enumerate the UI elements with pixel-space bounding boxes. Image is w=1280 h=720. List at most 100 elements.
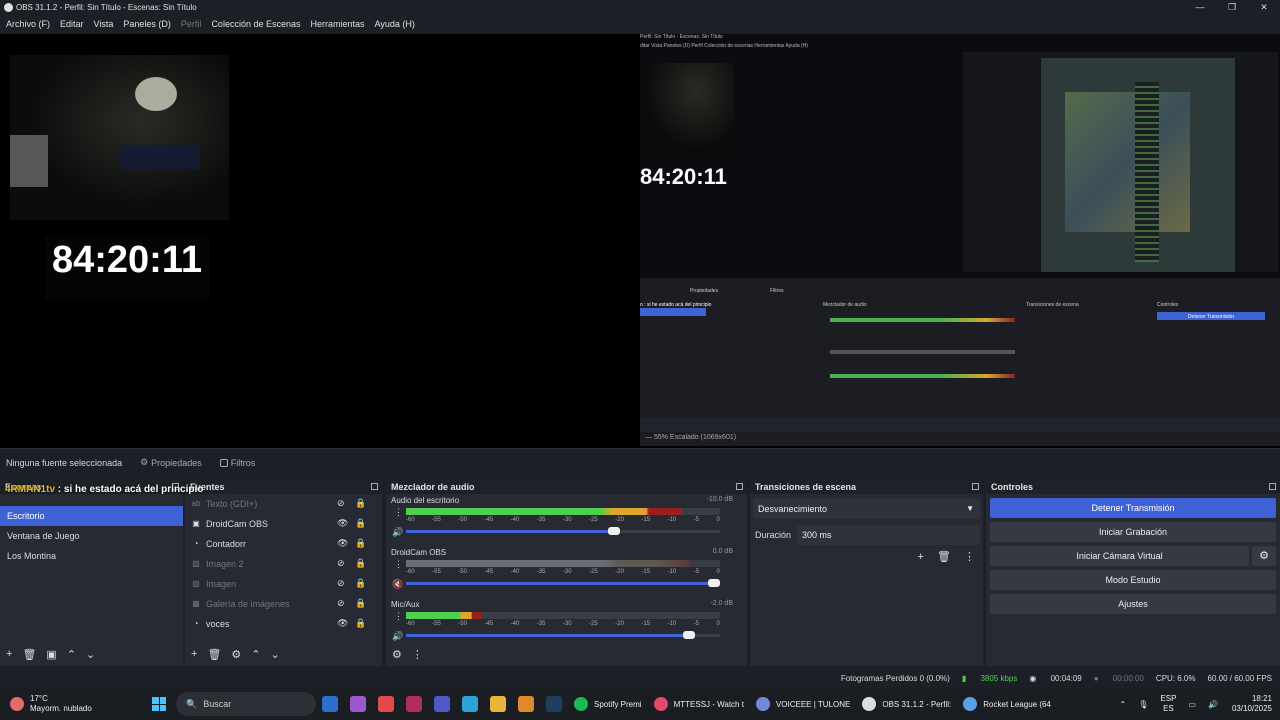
network-icon[interactable]: ▭ [1188, 700, 1196, 709]
volume-slider[interactable] [406, 579, 720, 587]
explorer-icon[interactable] [490, 696, 506, 712]
eye-hidden-icon[interactable]: ⊘ [337, 558, 345, 569]
virtual-camera-button[interactable]: Iniciar Cámara Virtual [990, 546, 1249, 566]
menu-ayuda[interactable]: Ayuda (H) [375, 19, 415, 29]
taskbar-app[interactable]: Spotify Premi [574, 697, 642, 711]
eye-hidden-icon[interactable]: ⊘ [337, 578, 345, 589]
speaker-icon[interactable]: 🔇 [392, 579, 403, 590]
source-item[interactable]: ◔ voces 👁 🔒 [185, 614, 382, 634]
source-item[interactable]: ▨ Imagen 2 ⊘ 🔒 [185, 554, 382, 574]
lock-icon[interactable]: 🔒 [355, 618, 366, 629]
source-item[interactable]: ▨ Imagen ⊘ 🔒 [185, 574, 382, 594]
channel-menu-icon[interactable]: ⋮ [394, 611, 403, 622]
volume-icon[interactable]: 🔊 [1208, 700, 1218, 709]
start-button[interactable] [152, 697, 166, 711]
menu-vista[interactable]: Vista [94, 19, 114, 29]
source-item[interactable]: ◔ Contadorr 👁 🔒 [185, 534, 382, 554]
taskbar-search[interactable]: 🔍 Buscar [176, 692, 316, 716]
move-up-button[interactable]: ⌃ [67, 648, 76, 661]
transition-menu-icon[interactable]: ⋮ [964, 551, 975, 563]
close-button[interactable]: ✕ [1248, 0, 1280, 14]
eye-hidden-icon[interactable]: ⊘ [337, 598, 345, 609]
add-transition-button[interactable]: + [917, 551, 923, 563]
lock-icon[interactable]: 🔒 [355, 578, 366, 589]
chevron-up-icon[interactable]: ⌃ [1120, 700, 1127, 709]
taskbar-app[interactable]: MTTESSJ - Watch t [653, 697, 744, 711]
menu-paneles[interactable]: Paneles (D) [123, 19, 171, 29]
mixer-settings-icon[interactable]: ⚙ [392, 648, 402, 661]
edge-icon[interactable] [462, 696, 478, 712]
speaker-icon[interactable]: 🔊 [392, 527, 403, 538]
volume-slider[interactable] [406, 527, 720, 535]
undock-icon[interactable] [1269, 483, 1276, 490]
source-settings-button[interactable]: ⚙ [231, 648, 241, 661]
channel-menu-icon[interactable]: ⋮ [394, 507, 403, 518]
language-indicator[interactable]: ESP ES [1160, 694, 1176, 714]
source-item[interactable]: ab Texto (GDI+) ⊘ 🔒 [185, 494, 382, 514]
scene-item[interactable]: Ventana de Juego [0, 526, 183, 546]
source-item[interactable]: ▦ Galería de imágenes ⊘ 🔒 [185, 594, 382, 614]
channel-menu-icon[interactable]: ⋮ [394, 559, 403, 570]
move-down-button[interactable]: ⌄ [271, 648, 280, 661]
duration-input[interactable]: 300 ms [797, 525, 980, 545]
store-icon[interactable] [378, 696, 394, 712]
start-recording-button[interactable]: Iniciar Grabación [990, 522, 1276, 542]
menu-herramientas[interactable]: Herramientas [311, 19, 365, 29]
add-source-button[interactable]: + [191, 648, 197, 660]
add-scene-button[interactable]: + [6, 648, 12, 660]
menu-perfil[interactable]: Perfil [181, 19, 202, 29]
remove-source-button[interactable]: 🗑 [207, 648, 221, 661]
lock-icon[interactable]: 🔒 [355, 518, 366, 529]
vlc-icon[interactable] [518, 696, 534, 712]
outlook-icon[interactable] [322, 696, 338, 712]
undock-icon[interactable] [972, 483, 979, 490]
undock-icon[interactable] [371, 483, 378, 490]
eye-icon[interactable]: 👁 [337, 618, 348, 629]
lock-icon[interactable]: 🔒 [355, 558, 366, 569]
menu-archivo[interactable]: Archivo (F) [6, 19, 50, 29]
lock-icon[interactable]: 🔒 [355, 598, 366, 609]
studio-mode-button[interactable]: Modo Estudio [990, 570, 1276, 590]
undock-icon[interactable] [736, 483, 743, 490]
filters-button[interactable]: Filtros [219, 458, 255, 468]
teams-icon[interactable] [434, 696, 450, 712]
lock-icon[interactable]: 🔒 [355, 538, 366, 549]
taskbar-app[interactable]: OBS 31.1.2 - Perfil: [862, 697, 951, 711]
volume-slider[interactable] [406, 631, 720, 639]
volume-slider-knob[interactable] [682, 631, 695, 639]
clock[interactable]: 18:21 03/10/2025 [1232, 694, 1272, 714]
settings-button[interactable]: Ajustes [990, 594, 1276, 614]
mixer-menu-icon[interactable]: ⋮ [412, 648, 423, 661]
app-icon [862, 697, 877, 711]
move-up-button[interactable]: ⌃ [251, 648, 260, 661]
vs-icon[interactable] [406, 696, 422, 712]
virtual-camera-settings-icon[interactable]: ⚙ [1252, 546, 1276, 566]
eye-hidden-icon[interactable]: ⊘ [337, 498, 345, 509]
remove-scene-button[interactable]: 🗑 [22, 648, 36, 661]
volume-slider-knob[interactable] [607, 527, 620, 535]
taskbar-app[interactable]: VOICEEE | TULONE [755, 697, 850, 711]
speaker-icon[interactable]: 🔊 [392, 631, 403, 642]
scene-item[interactable]: Los Montina [0, 546, 183, 566]
taskbar-app[interactable]: Rocket League (64 [963, 697, 1051, 711]
scene-item[interactable]: Escritorio [0, 506, 183, 526]
source-item[interactable]: ▣ DroidCam OBS 👁 🔒 [185, 514, 382, 534]
lock-icon[interactable]: 🔒 [355, 498, 366, 509]
remove-transition-button[interactable]: 🗑 [937, 551, 951, 563]
stop-streaming-button[interactable]: Detener Transmisión [990, 498, 1276, 518]
minimize-button[interactable]: — [1184, 0, 1216, 14]
scene-filters-button[interactable]: ▣ [46, 648, 56, 661]
menu-coleccion-escenas[interactable]: Colección de Escenas [211, 19, 300, 29]
maximize-button[interactable]: ❐ [1216, 0, 1248, 14]
transition-type-select[interactable]: Desvanecimiento ▼ [753, 499, 980, 519]
eye-icon[interactable]: 👁 [337, 518, 348, 529]
weather-widget[interactable]: 17°C Mayorm. nublado [0, 694, 140, 714]
properties-button[interactable]: ⚙ Propiedades [140, 457, 202, 468]
eye-icon[interactable]: 👁 [337, 538, 348, 549]
move-down-button[interactable]: ⌄ [86, 648, 95, 661]
copilot-icon[interactable] [350, 696, 366, 712]
menu-editar[interactable]: Editar [60, 19, 84, 29]
steam-icon[interactable] [546, 696, 562, 712]
mic-icon[interactable]: 🎙 [1138, 700, 1148, 709]
volume-slider-knob[interactable] [708, 579, 720, 587]
